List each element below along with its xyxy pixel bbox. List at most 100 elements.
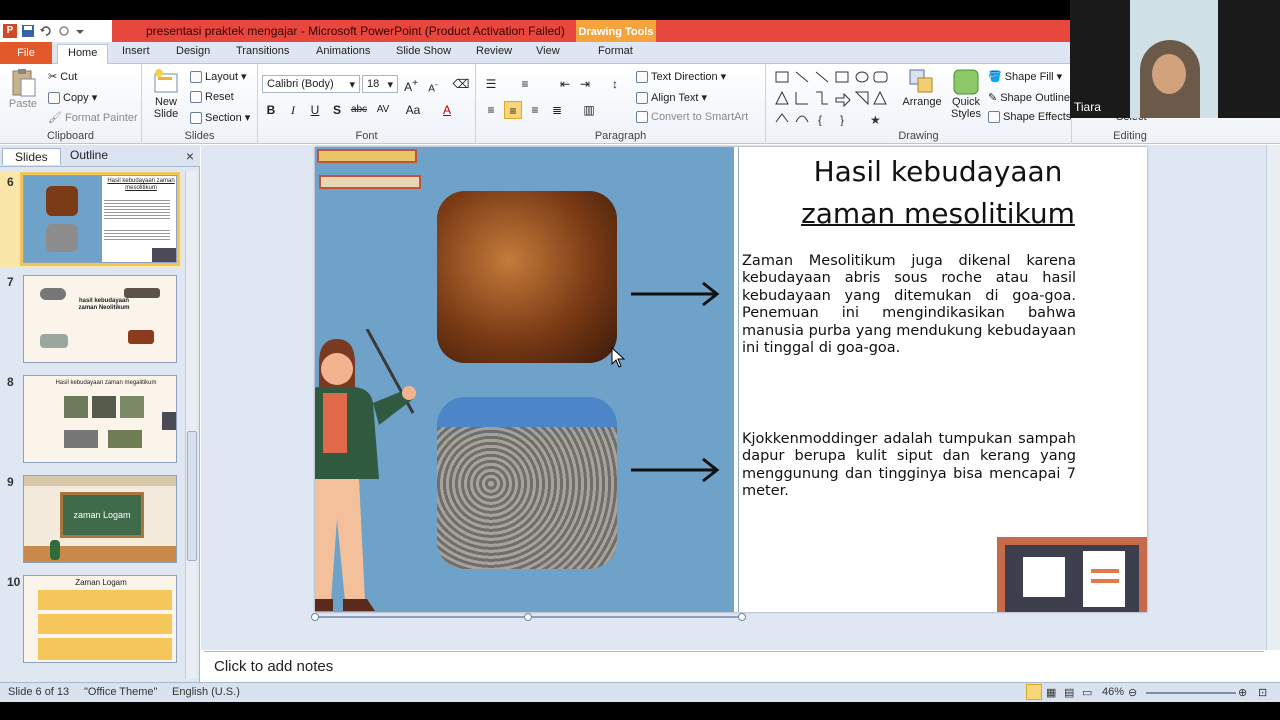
shape-effects-button[interactable]: Shape Effects (988, 111, 1071, 123)
new-slide-button[interactable]: New Slide (146, 68, 186, 120)
justify-icon[interactable]: ≣ (548, 101, 566, 119)
strikethrough-icon[interactable]: abc (350, 101, 368, 119)
font-size-value: 18 (367, 78, 380, 90)
character-spacing-icon[interactable]: AV (374, 101, 392, 119)
tab-home[interactable]: Home (57, 44, 109, 64)
align-left-icon[interactable]: ≡ (482, 101, 500, 119)
customize-toolbar-icon[interactable] (75, 24, 89, 38)
tab-format[interactable]: Format (598, 45, 633, 57)
group-clipboard: Paste ✂ Cut Copy ▾ 🖌 Format Painter Clipboa… (0, 64, 142, 144)
slide-title-line2: zaman mesolitikum (801, 197, 1075, 230)
tab-animations[interactable]: Animations (316, 45, 370, 57)
grow-font-icon[interactable]: A+ (402, 75, 420, 94)
copy-button[interactable]: Copy ▾ (48, 91, 97, 104)
tab-view[interactable]: View (536, 45, 560, 57)
fit-to-window-icon[interactable]: ⊡ (1258, 686, 1267, 699)
align-right-icon[interactable]: ≡ (526, 101, 544, 119)
slide-title[interactable]: Hasil kebudayaan zaman mesolitikum (745, 151, 1131, 235)
slide-show-icon[interactable]: ▭ (1082, 686, 1092, 699)
columns-icon[interactable]: ▥ (580, 101, 598, 119)
italic-icon[interactable]: I (284, 101, 302, 119)
tab-design[interactable]: Design (176, 45, 210, 57)
pencil-icon: ✎ (988, 92, 998, 104)
editing-group-label: Editing (1113, 130, 1147, 142)
tab-outline[interactable]: Outline (70, 148, 108, 162)
redo-icon[interactable] (57, 24, 71, 38)
bullets-icon[interactable]: ☰ (482, 75, 500, 93)
paragraph-abris-sous-roche[interactable]: Zaman Mesolitikum juga dikenal karena ke… (742, 253, 1076, 357)
thumbnail-title: zaman Logam (60, 492, 144, 538)
shape-fill-button[interactable]: 🪣 Shape Fill ▾ (988, 70, 1062, 84)
group-slides: New Slide Layout ▾ Reset Section ▾ Slides (142, 64, 258, 144)
slide-canvas[interactable]: Hasil kebudayaan zaman mesolitikum Zaman… (315, 147, 1147, 612)
font-family-select[interactable]: Calibri (Body) ▾ (262, 75, 360, 93)
undo-icon[interactable] (39, 24, 53, 38)
shapes-gallery[interactable]: { } ★ (774, 70, 894, 126)
slides-pane-scrollbar[interactable] (185, 171, 197, 679)
underline-icon[interactable]: U (306, 101, 324, 119)
close-icon[interactable]: × (186, 148, 194, 164)
video-call-overlay: Tiara (1070, 0, 1280, 118)
increase-indent-icon[interactable]: ⇥ (576, 75, 594, 93)
resize-handle[interactable] (311, 613, 319, 621)
align-center-icon[interactable]: ≡ (504, 101, 522, 119)
tab-review[interactable]: Review (476, 45, 512, 57)
language-indicator[interactable]: English (U.S.) (172, 686, 240, 698)
align-text-button[interactable]: Align Text ▾ (636, 91, 707, 104)
line-spacing-icon[interactable]: ↕ (606, 75, 624, 93)
tab-slides[interactable]: Slides (2, 148, 61, 165)
arrange-label: Arrange (902, 96, 942, 108)
slide-title-line1: Hasil kebudayaan (813, 155, 1063, 188)
paste-label: Paste (8, 98, 38, 110)
tab-file[interactable]: File (0, 42, 52, 64)
scrollbar-thumb[interactable] (187, 431, 197, 561)
numbering-icon[interactable]: ≡ (516, 75, 534, 93)
thumbnail-title: Hasil kebudayaan zaman mesolitikum (107, 178, 175, 191)
reset-button[interactable]: Reset (190, 91, 234, 103)
zoom-in-icon[interactable]: ⊕ (1238, 686, 1247, 699)
slide-sorter-icon[interactable]: ▦ (1046, 686, 1056, 699)
notes-pane[interactable]: Click to add notes (204, 651, 1264, 681)
tab-transitions[interactable]: Transitions (236, 45, 289, 57)
layout-button[interactable]: Layout ▾ (190, 70, 247, 83)
section-button[interactable]: Section ▾ (190, 111, 250, 124)
tab-insert[interactable]: Insert (122, 45, 150, 57)
clear-formatting-icon[interactable]: ⌫ (452, 75, 470, 93)
shrink-font-icon[interactable]: A- (424, 75, 442, 94)
change-case-icon[interactable]: Aa (404, 101, 422, 119)
shadow-icon[interactable]: S (328, 101, 346, 119)
normal-view-icon[interactable] (1026, 684, 1042, 700)
font-size-select[interactable]: 18 ▾ (362, 75, 398, 93)
zoom-level[interactable]: 46% (1102, 686, 1124, 698)
format-painter-button[interactable]: 🖌 Format Painter (48, 111, 138, 125)
svg-text:{: { (818, 113, 822, 126)
powerpoint-logo-icon[interactable]: P (3, 24, 17, 38)
scissors-icon: ✂ (48, 71, 58, 83)
save-icon[interactable] (21, 24, 35, 38)
shape-fill-label: Shape Fill (1004, 70, 1054, 83)
zoom-out-icon[interactable]: ⊖ (1128, 686, 1137, 699)
editing-area-scrollbar[interactable] (1266, 145, 1280, 650)
decrease-indent-icon[interactable]: ⇤ (556, 75, 574, 93)
tab-slide-show[interactable]: Slide Show (396, 45, 451, 57)
reading-view-icon[interactable]: ▤ (1064, 686, 1074, 699)
convert-smartart-button[interactable]: Convert to SmartArt (636, 111, 748, 123)
quick-styles-button[interactable]: Quick Styles (946, 68, 986, 120)
font-color-icon[interactable]: A (438, 101, 456, 119)
shape-outline-button[interactable]: ✎ Shape Outline (988, 91, 1070, 105)
paste-icon (12, 69, 36, 97)
section-label: Section (205, 111, 242, 124)
resize-handle[interactable] (524, 613, 532, 621)
arrow-icon (631, 281, 720, 307)
copy-icon (48, 91, 60, 104)
resize-handle[interactable] (738, 613, 746, 621)
arrange-button[interactable]: Arrange (900, 68, 944, 108)
paragraph-kjokkenmoddinger[interactable]: Kjokkenmoddinger adalah tumpukan sampah … (742, 431, 1076, 501)
paste-button[interactable]: Paste (6, 68, 40, 110)
cut-button[interactable]: ✂ Cut (48, 70, 77, 84)
bold-icon[interactable]: B (262, 101, 280, 119)
zoom-slider[interactable] (1146, 692, 1236, 694)
text-direction-button[interactable]: Text Direction ▾ (636, 70, 726, 83)
new-slide-label: New Slide (153, 96, 179, 120)
thumbnail-image: Hasil kebudayaan zaman mesolitikum (20, 172, 180, 266)
